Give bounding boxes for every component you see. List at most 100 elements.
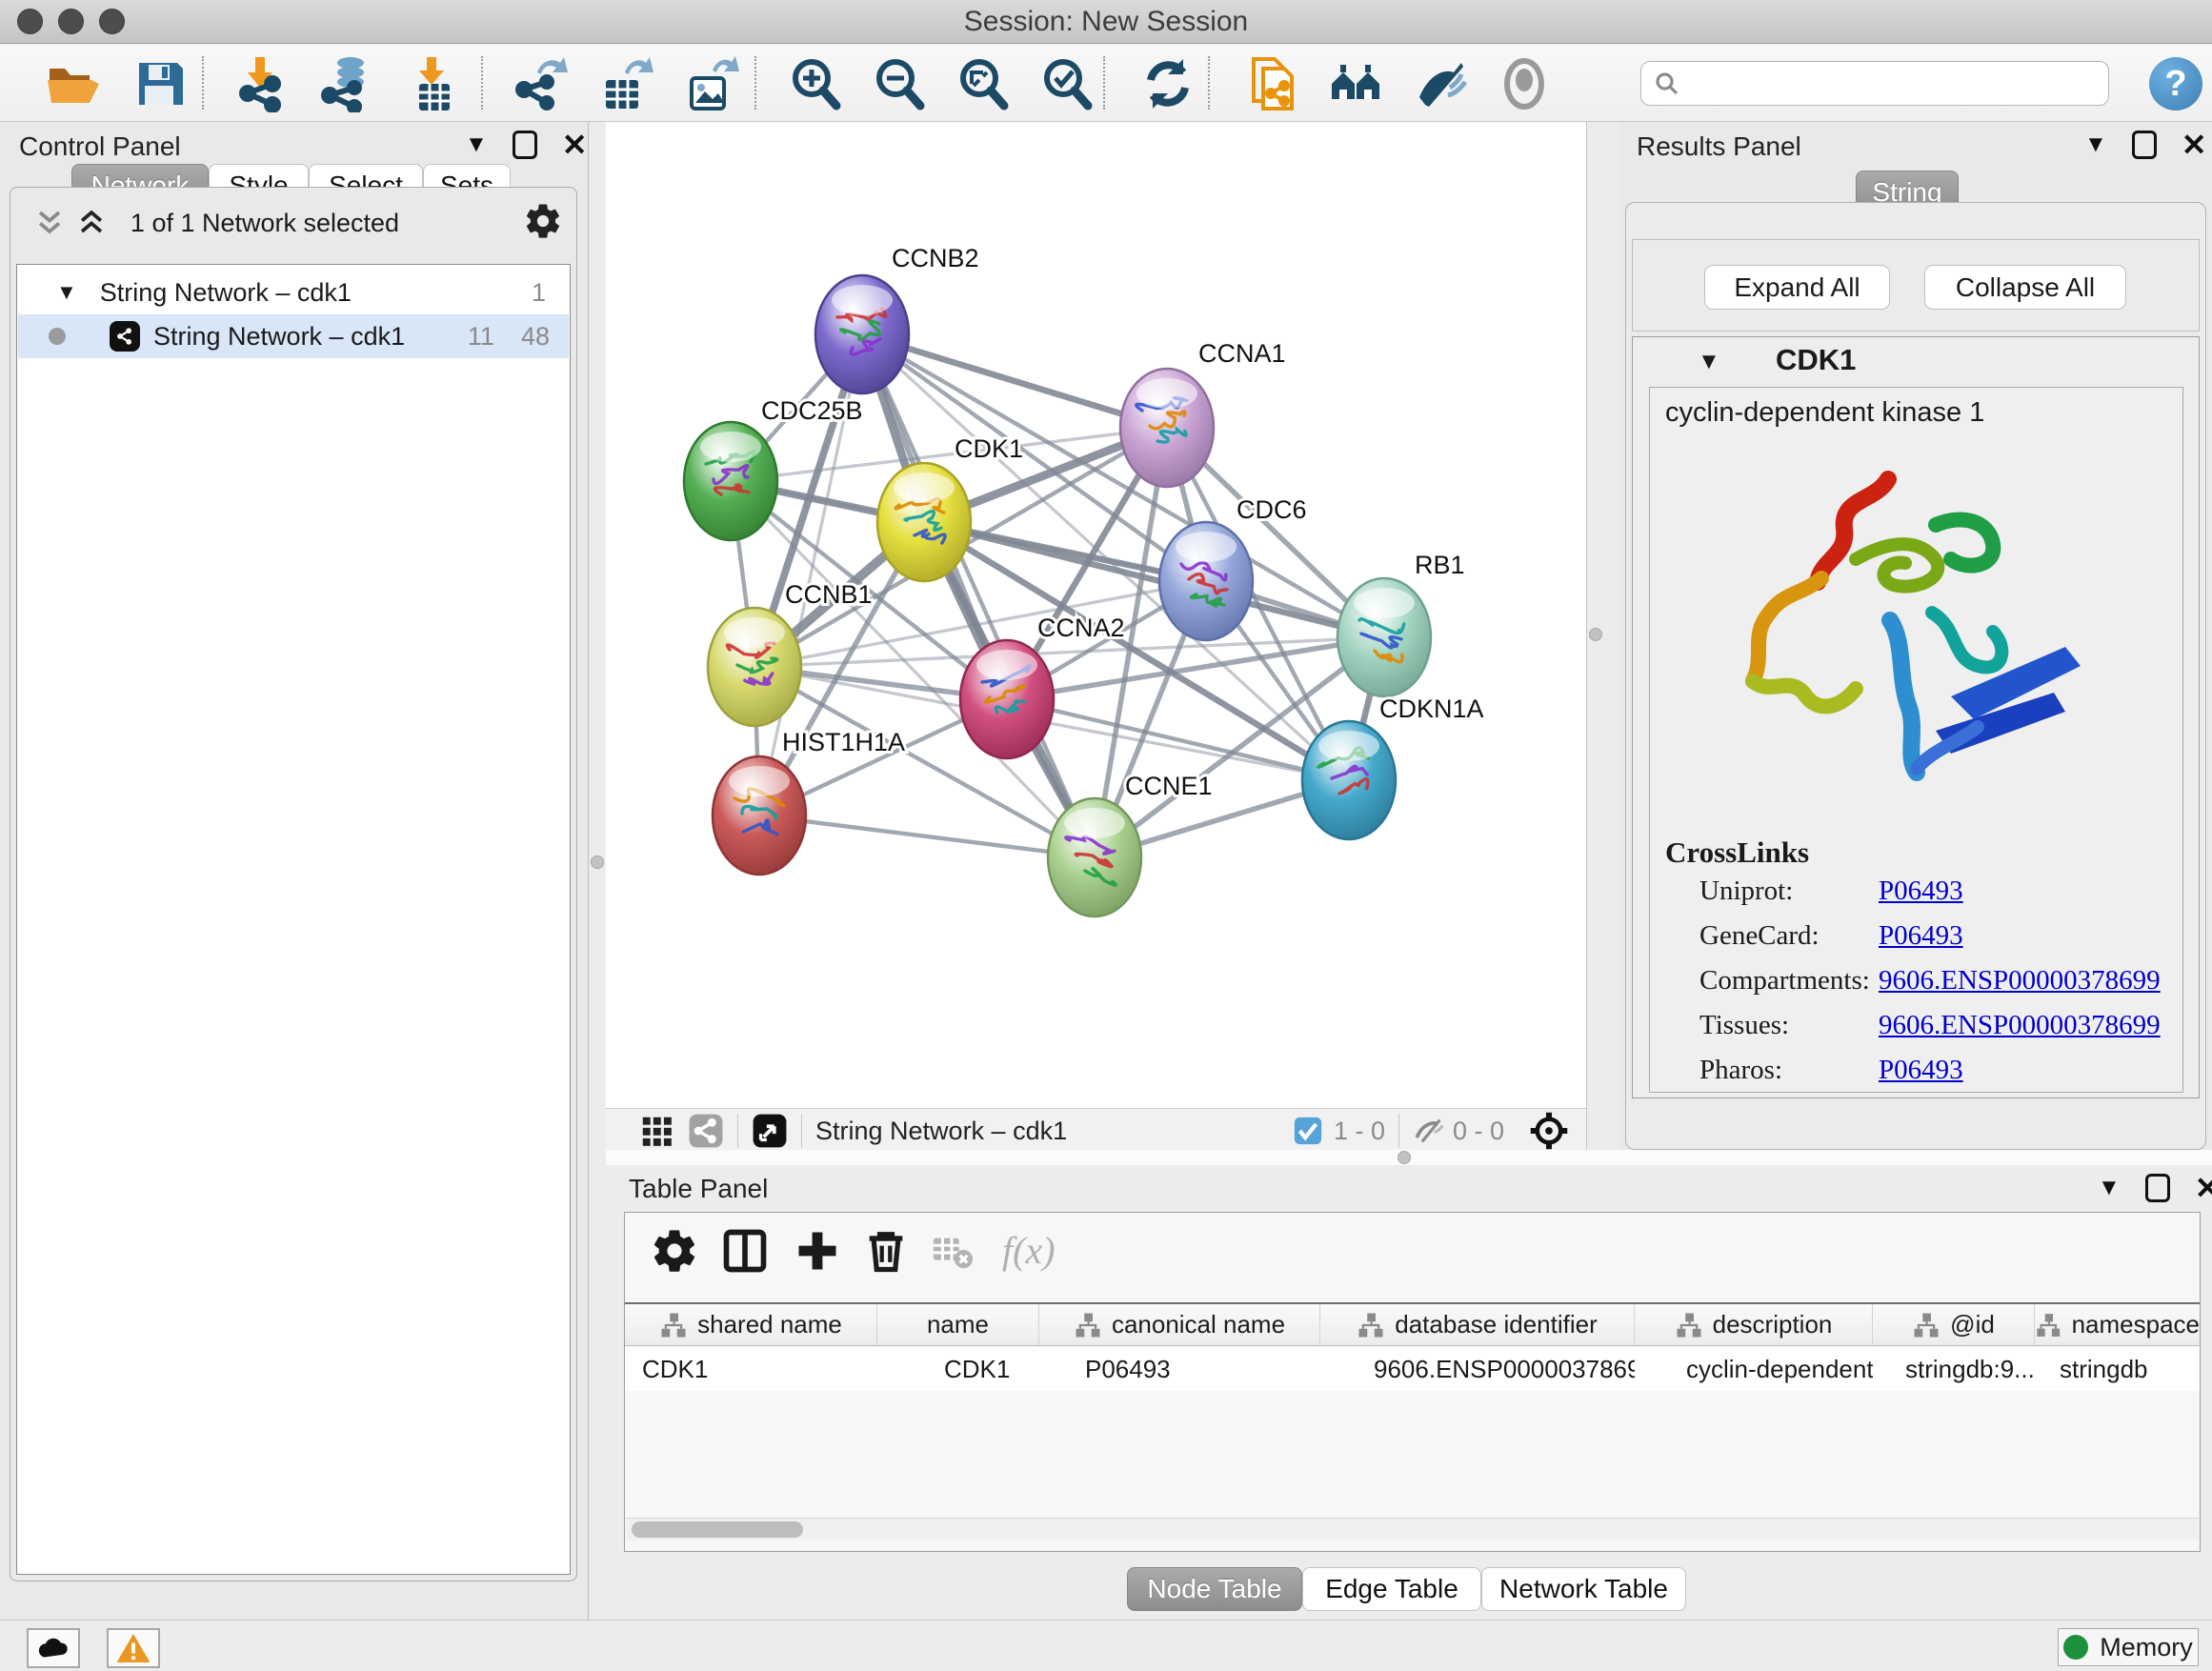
node-table-container: f(x) shared name name canonical name dat… (624, 1212, 2201, 1552)
birdseye-toggle-crosshair-icon[interactable] (1529, 1111, 1569, 1151)
table-header-row: shared name name canonical name database… (625, 1302, 2200, 1346)
selected-counts: 1 - 0 (1334, 1117, 1385, 1146)
clone-network-icon[interactable] (1244, 55, 1301, 112)
table-panel-title: Table Panel (629, 1174, 768, 1204)
table-row[interactable]: CDK1 CDK1 P06493 9606.ENSP00000378699 cy… (625, 1347, 2200, 1391)
collapse-panel-icon[interactable]: ▼ (465, 131, 488, 158)
left-splitter-handle[interactable] (591, 856, 604, 869)
delete-table-icon (930, 1226, 974, 1276)
scrollbar-thumb[interactable] (632, 1521, 803, 1538)
network-canvas[interactable]: CCNB2CCNA1CDC25BCDK1CDC6RB1CCNB1CCNA2CDK… (606, 122, 1587, 1108)
float-panel-icon[interactable] (513, 131, 537, 159)
zoom-in-icon[interactable] (787, 55, 844, 112)
network-edge[interactable] (862, 334, 1095, 857)
show-all-networks-icon[interactable] (1328, 55, 1385, 112)
export-network-icon[interactable] (513, 55, 570, 112)
network-type-icon (110, 321, 140, 352)
hidden-counts: 0 - 0 (1453, 1117, 1504, 1146)
tab-node-table[interactable]: Node Table (1127, 1567, 1302, 1611)
genecard-link[interactable]: P06493 (1879, 920, 1963, 952)
collapse-panel-icon[interactable]: ▼ (2084, 131, 2107, 158)
crosslink-row: GeneCard:P06493 (1650, 920, 2182, 962)
network-node-CCNB1[interactable] (708, 608, 801, 726)
float-panel-icon[interactable] (2145, 1174, 2170, 1202)
network-node-CCNE1[interactable] (1048, 798, 1141, 916)
float-panel-icon[interactable] (2132, 131, 2157, 159)
compartments-link[interactable]: 9606.ENSP00000378699 (1879, 965, 2161, 997)
network-share-icon[interactable] (688, 1113, 724, 1149)
column-header-name[interactable]: name (877, 1304, 1039, 1345)
close-panel-icon[interactable]: ✕ (562, 130, 588, 160)
tree-expander-icon[interactable]: ▼ (56, 280, 77, 305)
delete-column-icon[interactable] (861, 1226, 911, 1276)
table-options-gear-icon[interactable] (650, 1226, 699, 1276)
column-header-namespace[interactable]: namespace (2035, 1304, 2200, 1345)
zoom-selected-icon[interactable] (1038, 55, 1096, 112)
network-status-bar: String Network – cdk1 1 - 0 0 - 0 (606, 1108, 1586, 1153)
zoom-out-icon[interactable] (871, 55, 928, 112)
birdseye-view-icon[interactable] (752, 1113, 788, 1149)
export-image-icon[interactable] (684, 55, 741, 112)
network-options-gear-icon[interactable] (523, 201, 563, 241)
gene-expander-icon[interactable]: ▼ (1698, 349, 1720, 375)
network-node-CCNA1[interactable] (1120, 369, 1214, 487)
table-horizontal-scrollbar[interactable] (626, 1518, 2199, 1540)
warnings-button[interactable] (107, 1628, 160, 1668)
network-row-selected[interactable]: String Network – cdk1 11 48 (18, 314, 569, 358)
network-node-HIST1H1A[interactable] (713, 756, 806, 875)
import-network-file-icon[interactable] (234, 55, 292, 112)
import-network-database-icon[interactable] (318, 55, 375, 112)
selected-checkbox-icon[interactable] (1292, 1115, 1324, 1147)
column-header-id[interactable]: @id (1873, 1304, 2035, 1345)
column-header-canonical-name[interactable]: canonical name (1039, 1304, 1320, 1345)
network-collection-row[interactable]: ▼ String Network – cdk1 1 (18, 271, 569, 314)
search-box[interactable] (1640, 61, 2109, 106)
memory-button[interactable]: Memory (2058, 1628, 2199, 1666)
search-input[interactable] (1681, 69, 2081, 98)
uniprot-link[interactable]: P06493 (1879, 876, 1963, 907)
close-panel-icon[interactable]: ✕ (2195, 1173, 2212, 1203)
help-icon[interactable]: ? (2149, 57, 2202, 111)
node-label-CCNA2: CCNA2 (1037, 614, 1125, 642)
network-selection-status: 1 of 1 Network selected (10, 209, 519, 238)
network-node-RB1[interactable] (1337, 578, 1431, 696)
collapse-panel-icon[interactable]: ▼ (2098, 1175, 2121, 1201)
show-columns-icon[interactable] (720, 1226, 770, 1276)
tab-network-table[interactable]: Network Table (1481, 1567, 1686, 1611)
tissues-link[interactable]: 9606.ENSP00000378699 (1879, 1010, 2161, 1041)
save-session-icon[interactable] (131, 55, 189, 112)
pharos-link[interactable]: P06493 (1879, 1055, 1963, 1086)
add-column-icon[interactable] (793, 1226, 842, 1276)
network-node-CDK1[interactable] (877, 463, 971, 581)
status-separator (737, 1114, 738, 1148)
cloud-status-button[interactable] (27, 1628, 80, 1668)
hidden-eye-slash-icon[interactable] (1413, 1115, 1445, 1147)
zoom-fit-icon[interactable] (955, 55, 1012, 112)
network-node-CDC6[interactable] (1159, 522, 1253, 640)
horizontal-splitter-handle[interactable] (1398, 1151, 1411, 1164)
column-header-shared-name[interactable]: shared name (625, 1304, 877, 1345)
column-header-database-identifier[interactable]: database identifier (1320, 1304, 1635, 1345)
control-panel: Control Panel ▼ ✕ Network Style Select S… (0, 122, 589, 1620)
network-edge[interactable] (759, 815, 1095, 857)
column-header-description[interactable]: description (1635, 1304, 1873, 1345)
hide-selection-icon[interactable] (1412, 55, 1469, 112)
toolbar-separator (754, 56, 756, 110)
right-splitter-handle[interactable] (1589, 628, 1602, 641)
refresh-icon[interactable] (1139, 55, 1196, 112)
expand-all-button[interactable]: Expand All (1704, 265, 1890, 310)
results-panel: Results Panel ▼ ✕ String Expand All Coll… (1619, 122, 2212, 1150)
tab-edge-table[interactable]: Edge Table (1302, 1567, 1481, 1611)
import-table-icon[interactable] (406, 55, 463, 112)
show-selection-icon[interactable] (1496, 55, 1553, 112)
export-table-icon[interactable] (598, 55, 655, 112)
open-session-icon[interactable] (44, 55, 101, 112)
network-node-CCNB2[interactable] (815, 275, 909, 393)
close-panel-icon[interactable]: ✕ (2182, 130, 2207, 160)
network-view[interactable]: CCNB2CCNA1CDC25BCDK1CDC6RB1CCNB1CCNA2CDK… (606, 122, 1587, 1153)
network-node-CCNA2[interactable] (960, 640, 1054, 758)
grid-view-icon[interactable] (638, 1113, 674, 1149)
network-node-CDKN1A[interactable] (1302, 721, 1396, 839)
collapse-all-button[interactable]: Collapse All (1924, 265, 2126, 310)
network-node-CDC25B[interactable] (684, 422, 777, 540)
